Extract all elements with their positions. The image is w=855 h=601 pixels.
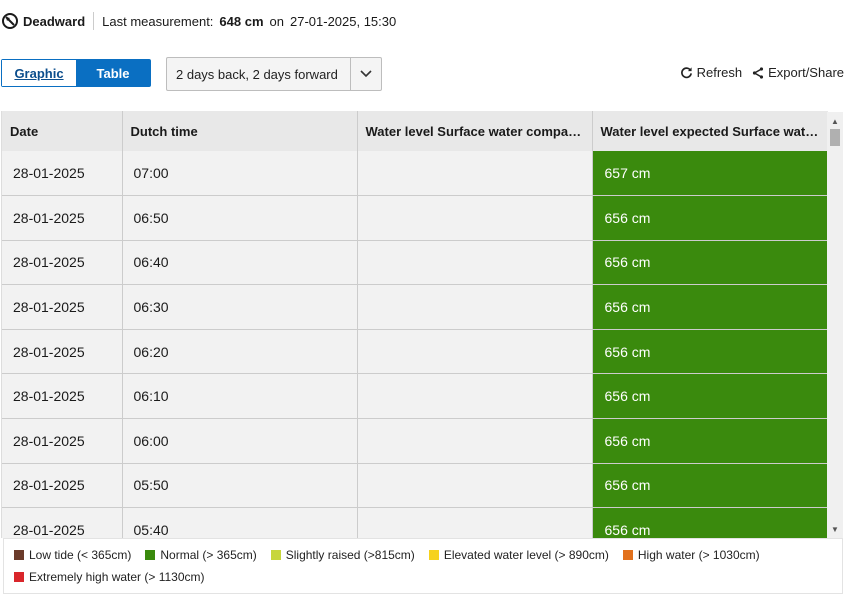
column-header-date[interactable]: Date [2,111,123,151]
table-header-row: Date Dutch time Water level Surface wate… [2,111,828,151]
cell-measured [357,418,593,464]
cell-date: 28-01-2025 [2,329,123,375]
legend-swatch [622,550,633,560]
legend-item: Elevated water level (> 890cm) [428,548,609,562]
legend-item: High water (> 1030cm) [622,548,760,562]
table-row: 28-01-2025 06:30 656 cm [2,284,828,330]
refresh-label: Refresh [696,65,743,80]
legend-label: Elevated water level (> 890cm) [443,548,609,562]
cell-time: 05:40 [122,507,358,538]
legend-swatch [145,550,156,560]
cell-measured [357,463,593,509]
cell-measured [357,507,593,538]
water-level-table: Date Dutch time Water level Surface wate… [2,111,828,538]
cell-date: 28-01-2025 [2,507,123,538]
cell-date: 28-01-2025 [2,463,123,509]
chevron-down-icon[interactable] [350,58,381,90]
header-divider [93,12,95,30]
table-row: 28-01-2025 06:40 656 cm [2,240,828,286]
scrollbar-thumb[interactable] [830,129,840,146]
scroll-up-arrow-icon[interactable]: ▲ [827,114,843,128]
last-measurement-value: 648 cm [219,13,264,29]
cell-time: 06:50 [122,195,358,241]
cell-date: 28-01-2025 [2,151,123,197]
legend-row: Low tide (< 365cm) Normal (> 365cm) Slig… [4,544,842,566]
legend-item: Extremely high water (> 1130cm) [14,570,205,584]
table-view-button[interactable]: Table [76,60,150,86]
cell-time: 05:50 [122,463,358,509]
table-row: 28-01-2025 05:50 656 cm [2,463,828,509]
table-row: 28-01-2025 05:40 656 cm [2,507,828,538]
cell-expected: 656 cm [592,329,828,375]
cell-measured [357,151,593,197]
legend-swatch [428,550,439,560]
legend-swatch [14,572,24,582]
legend-swatch [270,550,281,560]
legend-item: Slightly raised (>815cm) [270,548,415,562]
cell-measured [357,329,593,375]
cell-time: 06:00 [122,418,358,464]
table-row: 28-01-2025 07:00 657 cm [2,151,828,197]
cell-time: 06:40 [122,240,358,286]
cell-time: 06:10 [122,373,358,420]
table-row: 28-01-2025 06:00 656 cm [2,418,828,464]
legend-label: Low tide (< 365cm) [29,548,132,562]
last-measurement-label: Last measurement: [102,13,214,29]
legend-item: Normal (> 365cm) [145,548,257,562]
cell-time: 06:20 [122,329,358,375]
time-range-select[interactable]: 2 days back, 2 days forward [166,57,382,91]
cell-measured [357,195,593,241]
cell-date: 28-01-2025 [2,418,123,464]
time-range-value: 2 days back, 2 days forward [176,66,338,82]
legend-label: Normal (> 365cm) [160,548,257,562]
legend-row: Extremely high water (> 1130cm) [4,566,842,588]
table-row: 28-01-2025 06:10 656 cm [2,373,828,420]
location-header: Deadward Last measurement: 648 cm on 27-… [0,10,396,32]
action-bar: Refresh Export/Share [680,65,844,80]
cell-measured [357,284,593,330]
cell-expected: 656 cm [592,284,828,330]
table-row: 28-01-2025 06:50 656 cm [2,195,828,241]
cell-time: 07:00 [122,151,358,197]
cell-date: 28-01-2025 [2,284,123,330]
legend-label: Extremely high water (> 1130cm) [29,570,205,584]
column-header-measured-level[interactable]: Water level Surface water compared to No… [357,111,593,151]
cell-expected: 656 cm [592,195,828,241]
cell-measured [357,240,593,286]
cell-expected: 656 cm [592,418,828,464]
cell-expected: 656 cm [592,373,828,420]
cell-date: 28-01-2025 [2,240,123,286]
legend-label: Slightly raised (>815cm) [285,548,415,562]
cell-expected: 657 cm [592,151,828,197]
column-header-dutch-time[interactable]: Dutch time [122,111,358,151]
refresh-button[interactable]: Refresh [680,65,743,80]
location-name: Deadward [23,13,86,29]
scroll-down-arrow-icon[interactable]: ▼ [827,522,843,536]
legend: Low tide (< 365cm) Normal (> 365cm) Slig… [3,538,843,594]
export-share-button[interactable]: Export/Share [752,65,844,80]
share-icon [753,66,764,79]
table-row: 28-01-2025 06:20 656 cm [2,329,828,375]
cell-time: 06:30 [122,284,358,330]
location-compass-icon [1,12,19,30]
cell-expected: 656 cm [592,507,828,538]
cell-measured [357,373,593,420]
measurement-timestamp: 27-01-2025, 15:30 [289,13,397,29]
export-share-label: Export/Share [768,65,844,80]
cell-expected: 656 cm [592,240,828,286]
on-label: on [269,13,284,29]
view-toggle: Graphic Table [1,59,151,87]
column-header-expected-level[interactable]: Water level expected Surface water compa… [592,111,828,151]
legend-label: High water (> 1030cm) [637,548,760,562]
legend-swatch [14,550,24,560]
toolbar: Graphic Table 2 days back, 2 days forwar… [0,57,855,91]
graphic-view-button[interactable]: Graphic [2,60,76,86]
table-scrollbar[interactable]: ▲ ▼ [827,112,843,538]
legend-item: Low tide (< 365cm) [14,548,131,562]
cell-expected: 656 cm [592,463,828,509]
cell-date: 28-01-2025 [2,195,123,241]
refresh-icon [680,67,692,79]
water-level-table-container: Date Dutch time Water level Surface wate… [1,111,844,538]
cell-date: 28-01-2025 [2,373,123,420]
